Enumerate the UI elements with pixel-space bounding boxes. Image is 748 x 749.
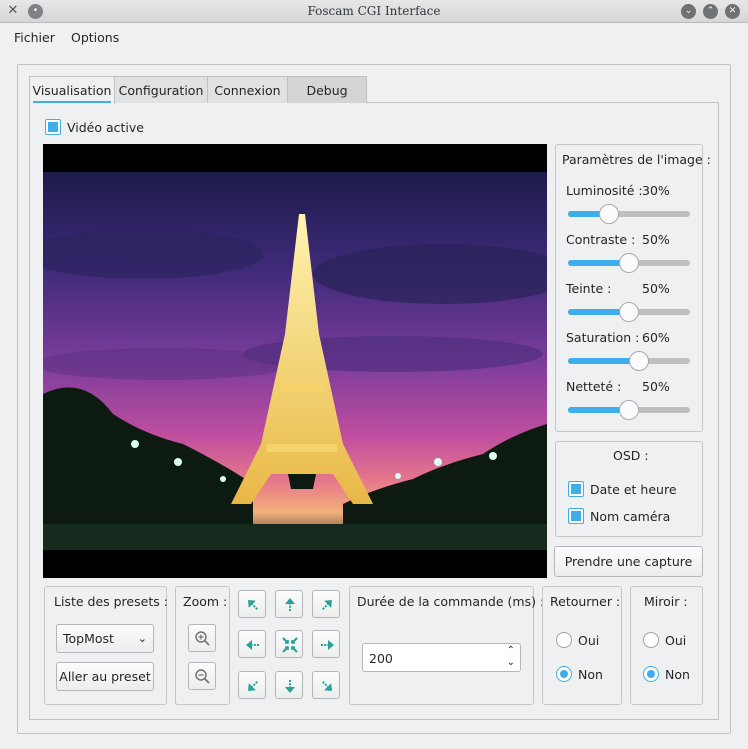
ptz-right-button[interactable] (312, 630, 340, 658)
tab-connexion[interactable]: Connexion (207, 76, 288, 103)
video-active-checkbox[interactable] (45, 119, 61, 135)
mirror-oui-radio[interactable] (643, 632, 659, 648)
arrow-up-icon (285, 598, 295, 611)
spin-up-icon[interactable]: ⌃ (507, 645, 515, 657)
saturation-value: 60% (642, 330, 670, 345)
window-title: Foscam CGI Interface (307, 4, 441, 18)
capture-button[interactable]: Prendre une capture (554, 546, 703, 577)
mirror-non-radio[interactable] (643, 666, 659, 682)
teinte-slider[interactable] (568, 302, 690, 322)
ptz-left-button[interactable] (238, 630, 266, 658)
nettete-value: 50% (642, 379, 670, 394)
duration-title: Durée de la commande (ms) : (357, 594, 545, 609)
ptz-down-button[interactable] (275, 671, 303, 699)
video-feed (43, 144, 547, 578)
osd-name-label: Nom caméra (590, 509, 671, 524)
arrow-down-right-icon (322, 681, 332, 691)
mirror-oui-label: Oui (665, 633, 687, 648)
contraste-slider-handle[interactable] (619, 253, 639, 273)
menu-options[interactable]: Options (71, 30, 119, 45)
maximize-button[interactable]: ⌃ (703, 4, 718, 19)
contraste-slider[interactable] (568, 253, 690, 273)
ptz-center-button[interactable] (275, 630, 303, 658)
zoom-in-icon (195, 631, 210, 646)
eiffel-tower-image (43, 172, 547, 578)
teinte-slider-handle[interactable] (619, 302, 639, 322)
flip-oui-radio[interactable] (556, 632, 572, 648)
ptz-down-right-button[interactable] (312, 671, 340, 699)
arrow-up-right-icon (322, 600, 332, 610)
ptz-up-right-button[interactable] (312, 590, 340, 618)
menu-fichier[interactable]: Fichier (14, 30, 55, 45)
tab-debug[interactable]: Debug (287, 76, 367, 103)
center-icon (282, 637, 298, 653)
duration-spinbox[interactable]: 200 ⌃ ⌄ (362, 643, 521, 672)
teinte-label: Teinte : (566, 281, 612, 296)
nettete-slider-handle[interactable] (619, 400, 639, 420)
flip-title: Retourner : (550, 594, 621, 609)
video-active-label: Vidéo active (67, 120, 144, 135)
preset-select[interactable]: TopMost ⌄ (56, 624, 154, 653)
luminosite-label: Luminosité : (566, 183, 643, 198)
ptz-down-left-button[interactable] (238, 671, 266, 699)
mirror-non-label: Non (665, 667, 690, 682)
arrow-up-left-icon (248, 600, 258, 610)
preset-select-value: TopMost (63, 631, 114, 646)
presets-title: Liste des presets : (54, 594, 168, 609)
arrow-left-icon (246, 640, 259, 650)
osd-name-checkbox[interactable] (568, 508, 584, 524)
mirror-title: Miroir : (644, 594, 688, 609)
window-titlebar: ✕ • Foscam CGI Interface ⌄ ⌃ ✕ (0, 0, 748, 23)
menubar: Fichier Options (0, 23, 748, 51)
spin-down-icon[interactable]: ⌄ (507, 657, 515, 669)
zoom-out-icon (195, 669, 210, 684)
luminosite-slider[interactable] (568, 204, 690, 224)
arrow-down-icon (285, 680, 295, 693)
minimize-button[interactable]: ⌄ (681, 4, 696, 19)
osd-title: OSD : (613, 448, 649, 463)
zoom-in-button[interactable] (188, 624, 216, 652)
flip-non-label: Non (578, 667, 603, 682)
luminosite-value: 30% (642, 183, 670, 198)
arrow-right-icon (321, 640, 334, 650)
tab-visualisation[interactable]: Visualisation (29, 76, 115, 104)
tab-configuration[interactable]: Configuration (114, 76, 208, 103)
nettete-label: Netteté : (566, 379, 622, 394)
close-button[interactable]: ✕ (725, 4, 740, 19)
chevron-down-icon: ⌄ (137, 632, 147, 645)
saturation-slider-handle[interactable] (629, 351, 649, 371)
goto-preset-button[interactable]: Aller au preset (56, 662, 154, 691)
teinte-value: 50% (642, 281, 670, 296)
contraste-value: 50% (642, 232, 670, 247)
osd-date-label: Date et heure (590, 482, 677, 497)
ptz-up-left-button[interactable] (238, 590, 266, 618)
duration-value: 200 (369, 651, 393, 666)
nettete-slider[interactable] (568, 400, 690, 420)
saturation-label: Saturation : (566, 330, 640, 345)
image-params-title: Paramètres de l'image : (562, 152, 711, 167)
arrow-down-left-icon (248, 681, 258, 691)
ptz-up-button[interactable] (275, 590, 303, 618)
zoom-title: Zoom : (183, 594, 228, 609)
flip-non-radio[interactable] (556, 666, 572, 682)
contraste-label: Contraste : (566, 232, 636, 247)
flip-oui-label: Oui (578, 633, 600, 648)
osd-date-checkbox[interactable] (568, 481, 584, 497)
saturation-slider[interactable] (568, 351, 690, 371)
zoom-out-button[interactable] (188, 662, 216, 690)
luminosite-slider-handle[interactable] (599, 204, 619, 224)
